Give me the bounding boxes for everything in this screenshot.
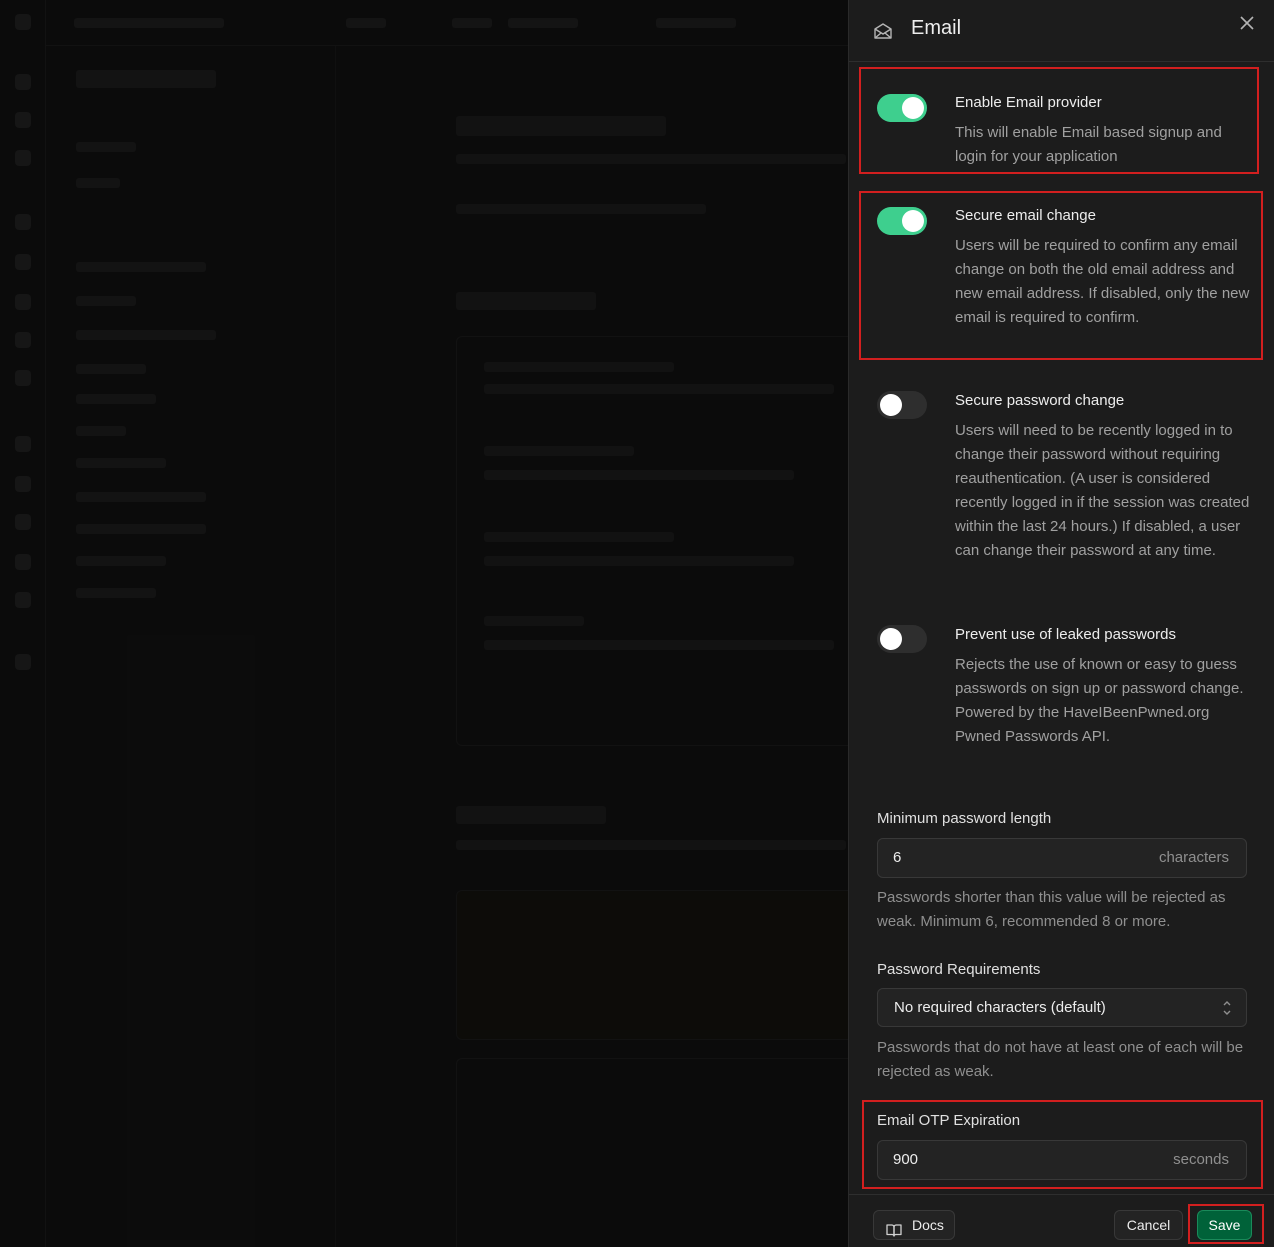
input-value: 6: [893, 849, 902, 866]
setting-title: Enable Email provider: [955, 94, 1102, 111]
input-suffix: characters: [1158, 849, 1229, 866]
close-icon[interactable]: [1237, 14, 1257, 34]
otp-expiration-label: Email OTP Expiration: [877, 1112, 1021, 1129]
password-requirements-label: Password Requirements: [877, 961, 1041, 978]
setting-description: This will enable Email based signup and …: [955, 124, 1222, 165]
input-value: 900: [893, 1151, 919, 1168]
setting-secure-password-change: Secure password change Users will need t…: [877, 388, 1257, 588]
setting-description: Rejects the use of known or easy to gues…: [955, 656, 1244, 745]
panel-header: Email: [849, 0, 1274, 62]
panel-title: Email: [911, 17, 962, 39]
save-button[interactable]: Save: [1197, 1210, 1252, 1240]
setting-title: Secure email change: [955, 207, 1096, 224]
docs-button[interactable]: Docs: [873, 1210, 955, 1240]
envelope-open-icon: [873, 22, 893, 40]
enable-email-provider-toggle[interactable]: [877, 94, 927, 122]
setting-secure-email-change: Secure email change Users will be requir…: [877, 203, 1257, 353]
password-requirements-select[interactable]: No required characters (default): [877, 988, 1247, 1027]
min-password-length-label: Minimum password length: [877, 810, 1052, 827]
select-value: No required characters (default): [894, 999, 1106, 1016]
setting-description: Users will be required to confirm any em…: [955, 237, 1250, 326]
setting-title: Prevent use of leaked passwords: [955, 626, 1176, 643]
secure-email-change-toggle[interactable]: [877, 207, 927, 235]
setting-enable-email-provider: Enable Email provider This will enable E…: [877, 90, 1257, 170]
setting-prevent-leaked-passwords: Prevent use of leaked passwords Rejects …: [877, 622, 1257, 772]
book-open-icon: [886, 1218, 902, 1237]
prevent-leaked-passwords-toggle[interactable]: [877, 625, 927, 653]
min-password-length-input[interactable]: 6 characters: [877, 838, 1247, 878]
input-suffix: seconds: [1173, 1151, 1229, 1168]
docs-label: Docs: [912, 1217, 944, 1233]
otp-expiration-input[interactable]: 900 seconds: [877, 1140, 1247, 1180]
panel-footer: Docs Cancel Save: [849, 1194, 1274, 1247]
secure-password-change-toggle[interactable]: [877, 391, 927, 419]
min-password-length-help: Passwords shorter than this value will b…: [877, 889, 1226, 930]
modal-overlay[interactable]: [0, 0, 848, 1247]
password-requirements-help: Passwords that do not have at least one …: [877, 1039, 1244, 1080]
cancel-button[interactable]: Cancel: [1114, 1210, 1183, 1240]
email-provider-panel: Email Enable Email provider This will en…: [848, 0, 1274, 1247]
setting-description: Users will need to be recently logged in…: [955, 422, 1250, 559]
setting-title: Secure password change: [955, 392, 1125, 409]
chevron-up-down-icon: [1222, 999, 1232, 1017]
